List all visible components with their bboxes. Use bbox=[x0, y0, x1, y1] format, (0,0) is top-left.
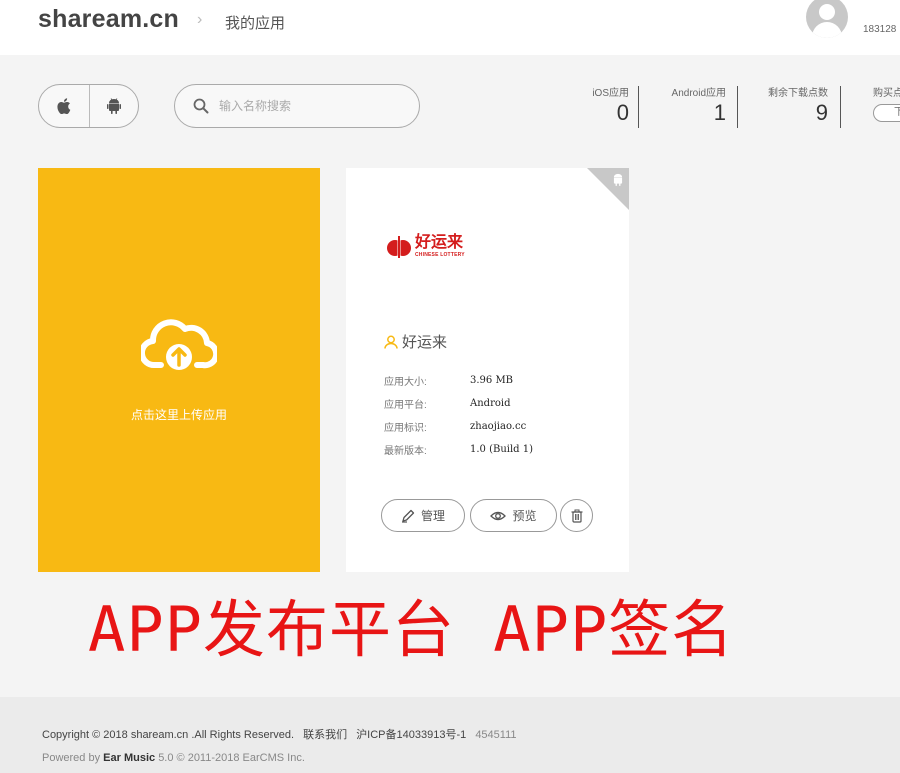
info-label: 应用大小: bbox=[384, 377, 427, 388]
android-icon bbox=[613, 173, 623, 186]
ios-filter-button[interactable] bbox=[39, 85, 89, 127]
page-footer: Copyright © 2018 shaream.cn .All Rights … bbox=[0, 697, 900, 773]
icp-link[interactable]: 沪ICP备14033913号-1 bbox=[356, 729, 466, 741]
site-brand[interactable]: shaream.cn bbox=[38, 5, 179, 34]
apple-icon bbox=[57, 98, 71, 114]
delete-button[interactable] bbox=[560, 499, 593, 532]
info-label: 应用平台: bbox=[384, 400, 427, 411]
powered-suffix: 5.0 © 2011-2018 EarCMS Inc. bbox=[158, 752, 305, 764]
breadcrumb-current[interactable]: 我的应用 bbox=[225, 12, 285, 33]
top-header: shaream.cn › 我的应用 183128 bbox=[0, 0, 900, 55]
info-value: 3.96 MB bbox=[470, 375, 514, 386]
upload-app-card[interactable]: 点击这里上传应用 bbox=[38, 168, 320, 572]
avatar[interactable] bbox=[806, 0, 848, 38]
footer-copyright-line: Copyright © 2018 shaream.cn .All Rights … bbox=[42, 726, 517, 742]
app-card: 好运来 CHINESE LOTTERY 好运来 应用大小: 3.96 MB 应用… bbox=[346, 168, 629, 572]
trash-icon bbox=[571, 509, 582, 523]
stat-value: 0 bbox=[616, 100, 629, 125]
stat-label: iOS应用 bbox=[592, 88, 629, 99]
preview-button[interactable]: 预览 bbox=[470, 499, 557, 532]
platform-filter bbox=[38, 84, 139, 128]
logo-subtitle: CHINESE LOTTERY bbox=[415, 252, 465, 258]
app-name[interactable]: 好运来 bbox=[402, 331, 447, 352]
stat-value: 1 bbox=[713, 100, 726, 125]
username[interactable]: 183128 bbox=[863, 24, 896, 35]
powered-prefix: Powered by bbox=[42, 752, 101, 764]
upload-label: 点击这里上传应用 bbox=[130, 408, 227, 422]
manage-label: 管理 bbox=[420, 509, 445, 523]
stat-label: Android应用 bbox=[671, 88, 726, 99]
cloud-upload-icon bbox=[141, 319, 217, 370]
android-filter-button[interactable] bbox=[88, 85, 139, 127]
info-value: Android bbox=[470, 398, 511, 409]
user-icon bbox=[806, 0, 848, 38]
pencil-icon bbox=[401, 509, 415, 523]
eye-icon bbox=[490, 511, 507, 520]
info-row: 应用大小: 3.96 MB bbox=[384, 369, 533, 392]
info-row: 最新版本: 1.0 (Build 1) bbox=[384, 438, 533, 461]
info-value: zhaojiao.cc bbox=[470, 421, 527, 432]
footer-powered-line: Powered by Ear Music 5.0 © 2011-2018 Ear… bbox=[42, 752, 305, 764]
info-row: 应用标识: zhaojiao.cc bbox=[384, 415, 533, 438]
stat-divider bbox=[840, 86, 841, 128]
contact-link[interactable]: 联系我们 bbox=[303, 729, 347, 741]
search-box bbox=[174, 84, 420, 128]
stat-ios: iOS应用 0 bbox=[575, 84, 629, 128]
powered-name[interactable]: Ear Music bbox=[103, 752, 155, 764]
stat-remaining-downloads: 剩余下载点数 9 bbox=[760, 84, 828, 128]
android-icon bbox=[106, 98, 121, 114]
app-info-list: 应用大小: 3.96 MB 应用平台: Android 应用标识: zhaoji… bbox=[384, 369, 533, 461]
stat-divider bbox=[737, 86, 738, 128]
info-value: 1.0 (Build 1) bbox=[470, 444, 534, 455]
info-row: 应用平台: Android bbox=[384, 392, 533, 415]
buy-points-label: 购买点 bbox=[873, 88, 900, 99]
info-label: 应用标识: bbox=[384, 423, 427, 434]
stat-android: Android应用 1 bbox=[660, 84, 726, 128]
user-icon bbox=[384, 335, 398, 349]
info-label: 最新版本: bbox=[384, 446, 427, 457]
lottery-logo-icon bbox=[387, 235, 411, 259]
breadcrumb-separator: › bbox=[197, 11, 203, 28]
promo-watermark: APP发布平台 APP签名 bbox=[88, 593, 735, 666]
buy-points-button[interactable]: 下 bbox=[873, 104, 900, 122]
visit-counter: 4545111 bbox=[475, 729, 517, 741]
stat-divider bbox=[638, 86, 639, 128]
search-icon bbox=[193, 98, 209, 114]
preview-label: 预览 bbox=[512, 509, 537, 523]
app-logo: 好运来 CHINESE LOTTERY bbox=[386, 234, 465, 259]
app-name-row: 好运来 bbox=[384, 331, 447, 352]
stat-value: 9 bbox=[815, 100, 828, 125]
search-input[interactable] bbox=[219, 99, 399, 113]
logo-title: 好运来 bbox=[415, 234, 464, 251]
stat-label: 剩余下载点数 bbox=[768, 88, 828, 99]
manage-button[interactable]: 管理 bbox=[381, 499, 465, 532]
copyright-text: Copyright © 2018 shaream.cn .All Rights … bbox=[42, 729, 295, 741]
